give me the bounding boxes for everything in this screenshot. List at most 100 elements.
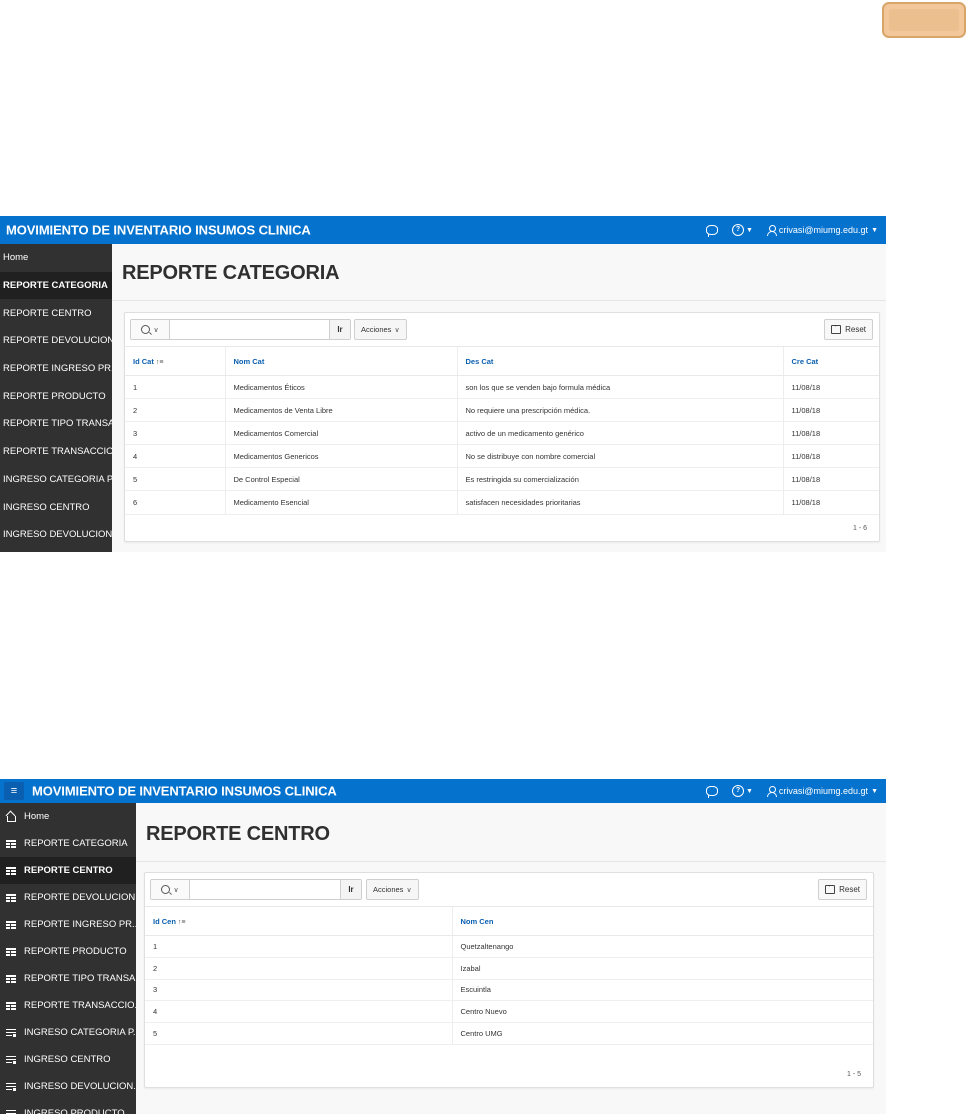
table-row: 5 Centro UMG [145,1022,873,1045]
sidebar-item-home[interactable]: Home [0,244,112,272]
sidebar-item-reporte-transaccio[interactable]: REPORTE TRANSACCIO... [0,438,112,466]
table-cell: Medicamentos Comercial [224,421,457,446]
sidebar-item-ingreso-producto[interactable]: INGRESO PRODUCTO [0,1100,136,1114]
sidebar-item-reporte-centro[interactable]: REPORTE CENTRO [0,857,136,884]
sidebar-item-ingreso-categoria-p[interactable]: INGRESO CATEGORIA P... [0,466,112,494]
form-icon [6,1082,16,1091]
table-row: 1 Quetzaltenango [145,935,873,958]
menu-toggle-icon[interactable]: ≡ [4,782,24,800]
sidebar-item-label: INGRESO CATEGORIA P... [24,1027,136,1038]
sidebar-item-reporte-producto[interactable]: REPORTE PRODUCTO [0,382,112,410]
table-cell: No se distribuye con nombre comercial [456,444,783,469]
user-menu[interactable]: crivasi@miumg.edu.gt ▼ [766,225,878,236]
search-input[interactable] [190,880,340,899]
table-row: 2 Izabal [145,957,873,980]
table-row: 3 Medicamentos Comercial activo de un medi… [125,421,879,446]
table-cell: satisfacen necesidades prioritarias [456,490,783,515]
sidebar-item-ingreso-centro[interactable]: INGRESO CENTRO [0,1046,136,1073]
column-header-label: Nom Cen [460,916,494,926]
search-bar: ∨ Ir [150,879,362,900]
main-content: REPORTE CENTRO ∨ Ir Acciones ∨ ← Reset I… [136,803,886,1114]
top-bar-actions: ? ▼ crivasi@miumg.edu.gt ▼ [705,224,878,237]
report-table: Id Cen ↑≡ Nom Cen 1 Quetzaltenango 2 Izabal 3 E… [145,906,873,1045]
caret-down-icon: ▼ [871,226,878,234]
top-bar: MOVIMIENTO DE INVENTARIO INSUMOS CLINICA… [0,216,886,244]
sidebar-item-ingreso-centro[interactable]: INGRESO CENTRO [0,493,112,521]
top-bar: ≡ MOVIMIENTO DE INVENTARIO INSUMOS CLINI… [0,779,886,803]
table-cell: Quetzaltenango [451,935,873,958]
pagination-info: 1 - 6 [852,525,867,532]
sidebar-item-reporte-ingreso-pr[interactable]: REPORTE INGRESO PR... [0,911,136,938]
help-icon: ? [731,785,744,797]
sidebar-item-label: REPORTE PRODUCTO [3,390,106,402]
top-bar-actions: ? ▼ crivasi@miumg.edu.gt ▼ [705,785,878,798]
sidebar-item-reporte-tipo-transa[interactable]: REPORTE TIPO TRANSA... [0,410,112,438]
column-header[interactable]: Des Cat [456,346,783,376]
table-cell: Es restringida su comercialización [456,467,783,492]
sidebar: Home REPORTE CATEGORIA REPORTE CENTRO REPOR… [0,244,112,552]
feedback-icon[interactable] [705,225,718,237]
table-cell: 11/08/18 [782,375,879,400]
help-menu[interactable]: ? ▼ [731,785,753,797]
sidebar-item-reporte-producto[interactable]: REPORTE PRODUCTO [0,938,136,965]
chevron-down-icon: ∨ [406,886,412,894]
sidebar-item-reporte-categoria[interactable]: REPORTE CATEGORIA [0,830,136,857]
table-cell: 11/08/18 [782,467,879,492]
reset-button[interactable]: Reset [818,879,867,900]
sidebar-item-label: INGRESO DEVOLUCION... [24,1081,136,1092]
go-button[interactable]: Ir [329,320,350,339]
sidebar-item-ingreso-devolucion[interactable]: INGRESO DEVOLUCION... [0,521,112,549]
column-header[interactable]: Cre Cat [782,346,879,376]
actions-menu-button[interactable]: Acciones ∨ [366,879,419,900]
user-menu[interactable]: crivasi@miumg.edu.gt ▼ [766,786,878,797]
column-header[interactable]: Id Cat ↑≡ [125,346,225,376]
table-cell: 6 [125,490,225,515]
title-divider [136,861,886,862]
column-header[interactable]: Id Cen ↑≡ [145,906,452,936]
column-header[interactable]: Nom Cen [451,906,873,936]
table-cell: 11/08/18 [782,444,879,469]
sidebar-item-label: REPORTE TRANSACCIO... [24,1000,136,1011]
go-button[interactable]: Ir [340,880,361,899]
form-icon [6,1109,16,1114]
column-header[interactable]: Nom Cat [224,346,457,376]
sidebar-item-reporte-centro[interactable]: REPORTE CENTRO [0,299,112,327]
sidebar-item-ingreso-categoria-p[interactable]: INGRESO CATEGORIA P... [0,1019,136,1046]
actions-label: Acciones [373,885,404,894]
sidebar-item-reporte-transaccio[interactable]: REPORTE TRANSACCIO... [0,992,136,1019]
table-row: 3 Escuintla [145,979,873,1002]
sidebar-item-label: INGRESO CENTRO [24,1054,111,1065]
sidebar-item-reporte-categoria[interactable]: REPORTE CATEGORIA [0,271,112,300]
table-icon [6,947,16,956]
sidebar-item-label: Home [3,252,29,264]
sidebar-item-reporte-devolucion[interactable]: REPORTE DEVOLUCION... [0,884,136,911]
column-header-label: Nom Cat [233,356,265,366]
app-title[interactable]: MOVIMIENTO DE INVENTARIO INSUMOS CLINICA [32,784,337,799]
table-cell: 4 [145,1000,452,1024]
pagination-info: 1 - 5 [846,1071,861,1078]
search-bar: ∨ Ir [130,319,351,340]
report-toolbar: ∨ Ir Acciones ∨ Reset [125,313,879,346]
reset-button[interactable]: Reset [824,319,873,340]
table-row: 4 Centro Nuevo [145,1000,873,1024]
search-input[interactable] [170,320,329,339]
actions-menu-button[interactable]: Acciones ∨ [354,319,407,340]
sidebar-item-reporte-devolucion[interactable]: REPORTE DEVOLUCION... [0,327,112,355]
table-cell: De Control Especial [224,467,457,492]
sidebar-item-ingreso-devolucion[interactable]: INGRESO DEVOLUCION... [0,1073,136,1100]
table-cell: 1 [125,375,225,400]
sidebar-item-label: Home [24,811,50,822]
table-cell: Centro UMG [451,1022,873,1045]
sidebar-item-label: INGRESO PRODUCTO [24,1108,125,1114]
feedback-icon[interactable] [705,786,718,798]
report-region: ∨ Ir Acciones ∨ Reset Id Cen↑≡ Nom Cen 1Q… [144,872,874,1088]
table-icon [6,974,16,983]
search-column-selector[interactable]: ∨ [151,880,190,899]
table-cell: 1 [145,935,452,958]
sidebar-item-home[interactable]: Home [0,803,136,830]
search-column-selector[interactable]: ∨ [131,320,170,339]
help-menu[interactable]: ? ▼ [731,224,753,236]
sidebar-item-reporte-tipo-transa[interactable]: REPORTE TIPO TRANSA... [0,965,136,992]
app-title[interactable]: MOVIMIENTO DE INVENTARIO INSUMOS CLINICA [6,223,311,238]
sidebar-item-reporte-ingreso-pr[interactable]: REPORTE INGRESO PR... [0,355,112,383]
